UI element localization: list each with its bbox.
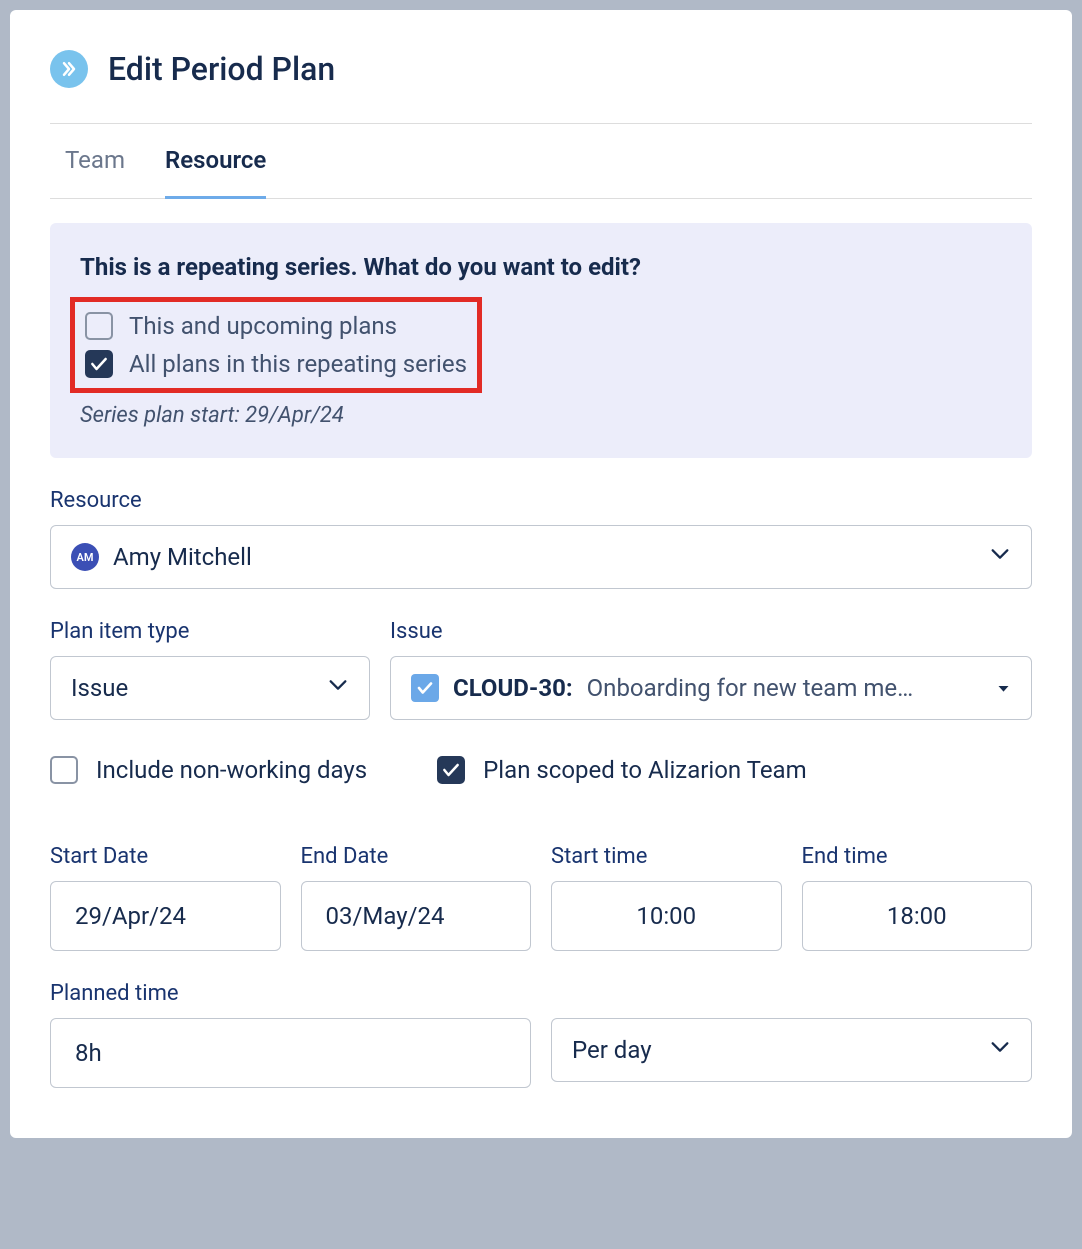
tab-resource[interactable]: Resource bbox=[165, 124, 266, 199]
issue-section: Issue CLOUD-30: Onboarding for new team … bbox=[390, 619, 1032, 720]
series-info-panel: This is a repeating series. What do you … bbox=[50, 223, 1032, 458]
start-date-input[interactable]: 29/Apr/24 bbox=[50, 881, 281, 951]
checkbox-unchecked-icon[interactable] bbox=[50, 756, 78, 784]
start-date-label: Start Date bbox=[50, 844, 281, 869]
resource-value: Amy Mitchell bbox=[113, 543, 252, 571]
series-heading: This is a repeating series. What do you … bbox=[80, 253, 1002, 281]
include-non-working-option[interactable]: Include non-working days bbox=[50, 756, 367, 784]
start-time-value: 10:00 bbox=[636, 902, 696, 930]
resource-label: Resource bbox=[50, 488, 1032, 513]
tabs: Team Resource bbox=[50, 124, 1032, 199]
option-upcoming-label: This and upcoming plans bbox=[129, 312, 397, 340]
chevron-down-icon bbox=[989, 543, 1011, 571]
end-time-label: End time bbox=[802, 844, 1033, 869]
start-date-value: 29/Apr/24 bbox=[75, 902, 186, 930]
modal-header: Edit Period Plan bbox=[50, 50, 1032, 88]
plan-item-type-value: Issue bbox=[71, 674, 128, 702]
planned-time-label: Planned time bbox=[50, 981, 1032, 1006]
plan-scoped-option[interactable]: Plan scoped to Alizarion Team bbox=[437, 756, 807, 784]
planned-time-value: 8h bbox=[75, 1039, 102, 1067]
collapse-icon[interactable] bbox=[50, 50, 88, 88]
start-time-field: Start time 10:00 bbox=[551, 844, 782, 951]
date-time-row: Start Date 29/Apr/24 End Date 03/May/24 … bbox=[50, 844, 1032, 951]
checkbox-unchecked-icon[interactable] bbox=[85, 312, 113, 340]
issue-title: Onboarding for new team me… bbox=[587, 674, 914, 702]
chevron-down-icon bbox=[989, 1036, 1011, 1064]
end-date-field: End Date 03/May/24 bbox=[301, 844, 532, 951]
option-all-label: All plans in this repeating series bbox=[129, 350, 467, 378]
issue-key: CLOUD-30: bbox=[453, 674, 573, 702]
planned-time-section: Planned time 8h Per day bbox=[50, 981, 1032, 1088]
chevron-down-icon bbox=[327, 674, 349, 702]
end-date-label: End Date bbox=[301, 844, 532, 869]
task-type-icon bbox=[411, 674, 439, 702]
plan-item-type-select[interactable]: Issue bbox=[50, 656, 370, 720]
caret-down-icon bbox=[996, 674, 1011, 702]
end-time-field: End time 18:00 bbox=[802, 844, 1033, 951]
option-all-plans[interactable]: All plans in this repeating series bbox=[75, 345, 467, 383]
edit-period-plan-modal: Edit Period Plan Team Resource This is a… bbox=[10, 10, 1072, 1138]
include-non-working-label: Include non-working days bbox=[96, 756, 367, 784]
series-start-note: Series plan start: 29/Apr/24 bbox=[80, 403, 1002, 428]
end-date-value: 03/May/24 bbox=[326, 902, 445, 930]
checkbox-checked-icon[interactable] bbox=[85, 350, 113, 378]
issue-select[interactable]: CLOUD-30: Onboarding for new team me… bbox=[390, 656, 1032, 720]
start-time-label: Start time bbox=[551, 844, 782, 869]
planned-time-input[interactable]: 8h bbox=[50, 1018, 531, 1088]
avatar: AM bbox=[71, 543, 99, 571]
plan-scoped-label: Plan scoped to Alizarion Team bbox=[483, 756, 807, 784]
end-date-input[interactable]: 03/May/24 bbox=[301, 881, 532, 951]
resource-select[interactable]: AM Amy Mitchell bbox=[50, 525, 1032, 589]
issue-label: Issue bbox=[390, 619, 1032, 644]
plan-item-type-label: Plan item type bbox=[50, 619, 370, 644]
planned-unit-value: Per day bbox=[572, 1036, 652, 1064]
planned-unit-select[interactable]: Per day bbox=[551, 1018, 1032, 1082]
resource-section: Resource AM Amy Mitchell bbox=[50, 488, 1032, 589]
series-options-highlight: This and upcoming plans All plans in thi… bbox=[70, 297, 482, 393]
options-row: Include non-working days Plan scoped to … bbox=[50, 756, 1032, 784]
tab-team[interactable]: Team bbox=[65, 124, 125, 199]
end-time-value: 18:00 bbox=[887, 902, 947, 930]
start-time-input[interactable]: 10:00 bbox=[551, 881, 782, 951]
plan-item-type-section: Plan item type Issue bbox=[50, 619, 370, 720]
start-date-field: Start Date 29/Apr/24 bbox=[50, 844, 281, 951]
option-this-and-upcoming[interactable]: This and upcoming plans bbox=[75, 307, 467, 345]
checkbox-checked-icon[interactable] bbox=[437, 756, 465, 784]
modal-title: Edit Period Plan bbox=[108, 50, 335, 88]
plan-item-row: Plan item type Issue Issue bbox=[50, 619, 1032, 720]
end-time-input[interactable]: 18:00 bbox=[802, 881, 1033, 951]
